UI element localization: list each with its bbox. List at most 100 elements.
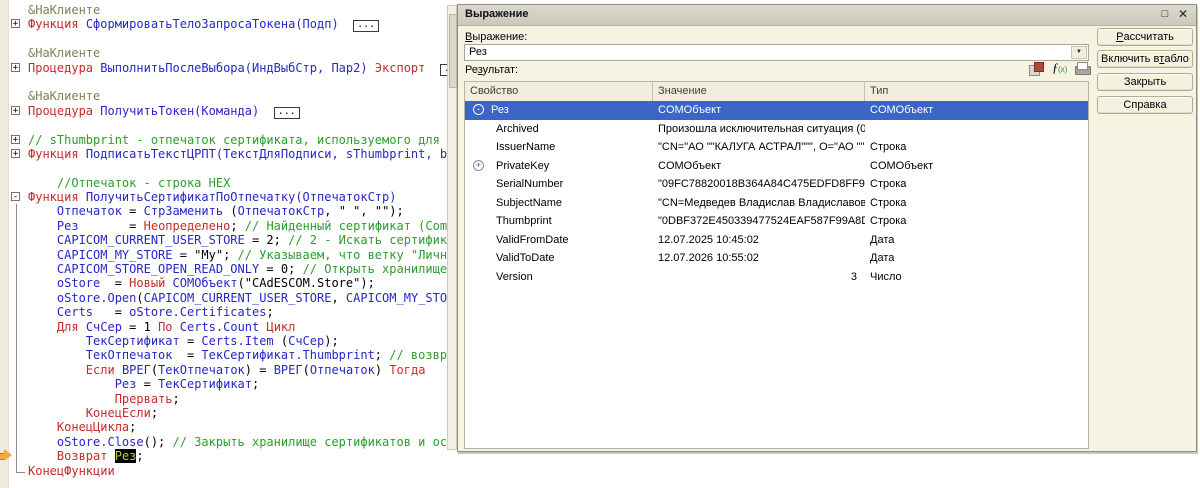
code-token: СчСер: [288, 334, 324, 348]
code-token: ;: [375, 348, 389, 362]
fold-expand-icon[interactable]: +: [11, 106, 20, 115]
collapsed-code-icon[interactable]: ...: [353, 20, 379, 32]
code-block-line: [16, 449, 17, 463]
code-token: oStore.Close: [57, 435, 144, 449]
fold-expand-icon[interactable]: +: [11, 149, 20, 158]
results-table: Свойство Значение Тип -РезCOMОбъектCOMОб…: [464, 81, 1089, 449]
code-gutter: [0, 435, 28, 449]
code-token: ВРЕГ: [274, 363, 303, 377]
column-header-value[interactable]: Значение: [653, 82, 865, 101]
code-gutter: [0, 377, 28, 391]
code-block-line: [16, 392, 17, 406]
code-token: //Отпечаток - строка HEX: [57, 176, 230, 190]
code-block-line: [16, 305, 17, 319]
table-row[interactable]: SerialNumber"09FC78820018B364A84C475EDFD…: [465, 175, 1088, 194]
fold-expand-icon[interactable]: +: [11, 19, 20, 28]
code-token: (: [136, 291, 143, 305]
print-icon[interactable]: [1075, 62, 1090, 76]
maximize-icon[interactable]: □: [1157, 7, 1173, 22]
function-fx-icon[interactable]: ƒ(x): [1052, 62, 1067, 76]
code-token: [259, 104, 273, 118]
table-row[interactable]: SubjectName"CN=Медведев Владислав Владис…: [465, 194, 1088, 213]
collapsed-code-icon[interactable]: ...: [274, 107, 300, 119]
code-token: CAPICOM_CURRENT_USER_STORE: [144, 291, 332, 305]
type-cell: Строка: [865, 178, 1088, 190]
code-gutter: [0, 219, 28, 233]
table-row[interactable]: IssuerName"CN="АО ""КАЛУГА АСТРАЛ""", O=…: [465, 138, 1088, 157]
table-row[interactable]: -РезCOMОбъектCOMОбъект: [465, 101, 1088, 120]
code-gutter: [0, 118, 28, 132]
code-line: КонецФункции: [0, 464, 1200, 478]
code-token: ;: [252, 377, 259, 391]
show-value-icon[interactable]: [1029, 62, 1044, 76]
code-gutter: +: [0, 104, 28, 118]
code-block-line: [16, 291, 17, 305]
code-block-line: [16, 233, 17, 247]
code-token: Неопределено: [144, 219, 231, 233]
expression-value: Рез: [469, 46, 487, 58]
code-token: ПолучитьСертификатПоОтпечатку(ОтпечатокС…: [86, 190, 397, 204]
table-row[interactable]: ValidFromDate12.07.2025 10:45:02Дата: [465, 231, 1088, 250]
code-block-line: [16, 320, 17, 334]
help-button[interactable]: Справка: [1097, 96, 1193, 114]
code-token: ;: [266, 305, 273, 319]
code-token: Рез: [115, 377, 137, 391]
code-token: [28, 363, 86, 377]
code-token: ) =: [245, 363, 274, 377]
code-gutter: +: [0, 61, 28, 75]
code-token: СчСер: [86, 320, 122, 334]
code-token: =: [180, 334, 202, 348]
code-token: Возврат: [57, 449, 108, 463]
code-token: (: [223, 204, 237, 218]
table-row[interactable]: +PrivateKeyCOMОбъектCOMОбъект: [465, 157, 1088, 176]
code-gutter: [0, 334, 28, 348]
table-row[interactable]: Version3Число: [465, 268, 1088, 287]
vertical-scrollbar[interactable]: [447, 5, 457, 450]
fold-collapse-icon[interactable]: -: [11, 192, 20, 201]
include-in-watch-button[interactable]: Включить в табло: [1097, 50, 1193, 68]
expression-combobox[interactable]: Рез ▼: [464, 44, 1089, 61]
column-header-type[interactable]: Тип: [865, 82, 1088, 101]
table-rows: -РезCOMОбъектCOMОбъектArchivedПроизошла …: [465, 101, 1088, 448]
table-row[interactable]: Thumbprint"0DBF372E450339477524EAF587F99…: [465, 212, 1088, 231]
code-token: );: [324, 334, 338, 348]
code-gutter: [0, 348, 28, 362]
type-cell: Дата: [865, 252, 1088, 264]
value-cell: "CN="АО ""КАЛУГА АСТРАЛ""", O="АО ""К...: [653, 141, 865, 153]
calculate-button[interactable]: Рассчитать: [1097, 28, 1193, 46]
value-cell: COMОбъект: [653, 160, 865, 172]
table-row[interactable]: ArchivedПроизошла исключительная ситуаци…: [465, 120, 1088, 139]
code-gutter: [0, 32, 28, 46]
code-token: [28, 377, 115, 391]
code-gutter: [0, 363, 28, 377]
dialog-titlebar[interactable]: Выражение □ ✕: [458, 5, 1196, 26]
scrollbar-thumb[interactable]: [449, 14, 457, 88]
table-row[interactable]: ValidToDate12.07.2026 10:55:02Дата: [465, 249, 1088, 268]
code-token: Функция: [28, 190, 79, 204]
code-token: CAPICOM_MY_STORE: [346, 291, 462, 305]
fold-expand-icon[interactable]: +: [11, 63, 20, 72]
code-block-line: [16, 348, 17, 362]
code-token: ;: [173, 392, 180, 406]
code-gutter: [0, 406, 28, 420]
close-button[interactable]: Закрыть: [1097, 73, 1193, 91]
table-header: Свойство Значение Тип: [465, 82, 1088, 102]
code-token: [28, 276, 57, 290]
value-cell: 12.07.2026 10:55:02: [653, 252, 865, 264]
code-token: ,: [331, 291, 345, 305]
column-header-property[interactable]: Свойство: [465, 82, 653, 101]
code-token: = 1: [122, 320, 158, 334]
current-line-arrow-icon: [0, 450, 14, 461]
code-token: Новый: [129, 276, 165, 290]
code-block-line: [16, 420, 17, 434]
code-token: [368, 61, 375, 75]
code-token: oStore.Open: [57, 291, 136, 305]
chevron-down-icon[interactable]: ▼: [1071, 46, 1087, 59]
property-cell: ValidFromDate: [465, 234, 653, 246]
code-gutter: [0, 89, 28, 103]
fold-expand-icon[interactable]: +: [11, 135, 20, 144]
code-token: , " ", "");: [324, 204, 403, 218]
code-gutter: [0, 320, 28, 334]
close-icon[interactable]: ✕: [1175, 7, 1191, 22]
code-token: (: [303, 363, 310, 377]
